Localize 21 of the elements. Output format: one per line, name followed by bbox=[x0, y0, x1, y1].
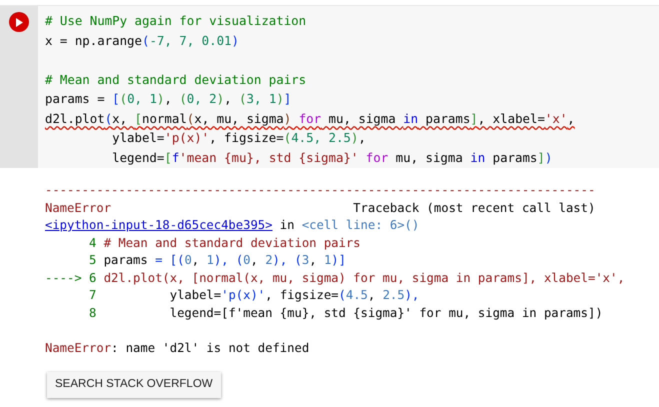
traceback-line: 4 # Mean and standard deviation pairs bbox=[88, 234, 361, 252]
code-line: ylabel='p(x)', figsize=(4.5, 2.5), bbox=[111, 129, 366, 146]
code-line: params = [(0, 1), (0, 2), (3, 1)] bbox=[45, 90, 292, 107]
traceback-line: NameError: name 'd2l' is not defined bbox=[45, 340, 310, 356]
traceback-line: 5 params = [(0, 1), (0, 2), (3, 1)] bbox=[88, 252, 346, 269]
code-line: d2l.plot(x, [normal(x, mu, sigma) for mu, sigma in params], xlabel='x', bbox=[45, 110, 575, 126]
traceback-line: 8 legend=[f'mean {mu}, std {sigma}' for mu, sigma in params]) bbox=[88, 304, 603, 322]
traceback-text: <cell line: 6>() bbox=[302, 217, 420, 234]
run-button[interactable] bbox=[9, 12, 29, 32]
code-line: # Mean and standard deviation pairs bbox=[45, 70, 306, 88]
file-link[interactable]: <ipython-input-18-d65cec4be395> bbox=[45, 217, 272, 235]
code-line: # Use NumPy again for visualization bbox=[45, 12, 306, 29]
traceback-line: 7 ylabel='p(x)', figsize=(4.5, 2.5), bbox=[88, 287, 420, 304]
traceback-text: in bbox=[278, 217, 296, 234]
play-icon bbox=[15, 18, 23, 26]
code-line: legend=[f'mean {mu}, std {sigma}' for mu, sigma in params]) bbox=[111, 148, 552, 166]
code-line: x = np.arange(-7, 7, 0.01) bbox=[45, 32, 239, 48]
search-stack-overflow-button[interactable]: SEARCH STACK OVERFLOW bbox=[47, 372, 221, 398]
traceback-line: ----> 6 d2l.plot(x, [normal(x, mu, sigma) for mu, sigma in params], xlabel='x', bbox=[45, 270, 625, 287]
traceback-line: NameError Traceback (most recent call last) bbox=[45, 200, 596, 216]
traceback-line: --------------------------------------------------------------------------- bbox=[45, 182, 596, 199]
